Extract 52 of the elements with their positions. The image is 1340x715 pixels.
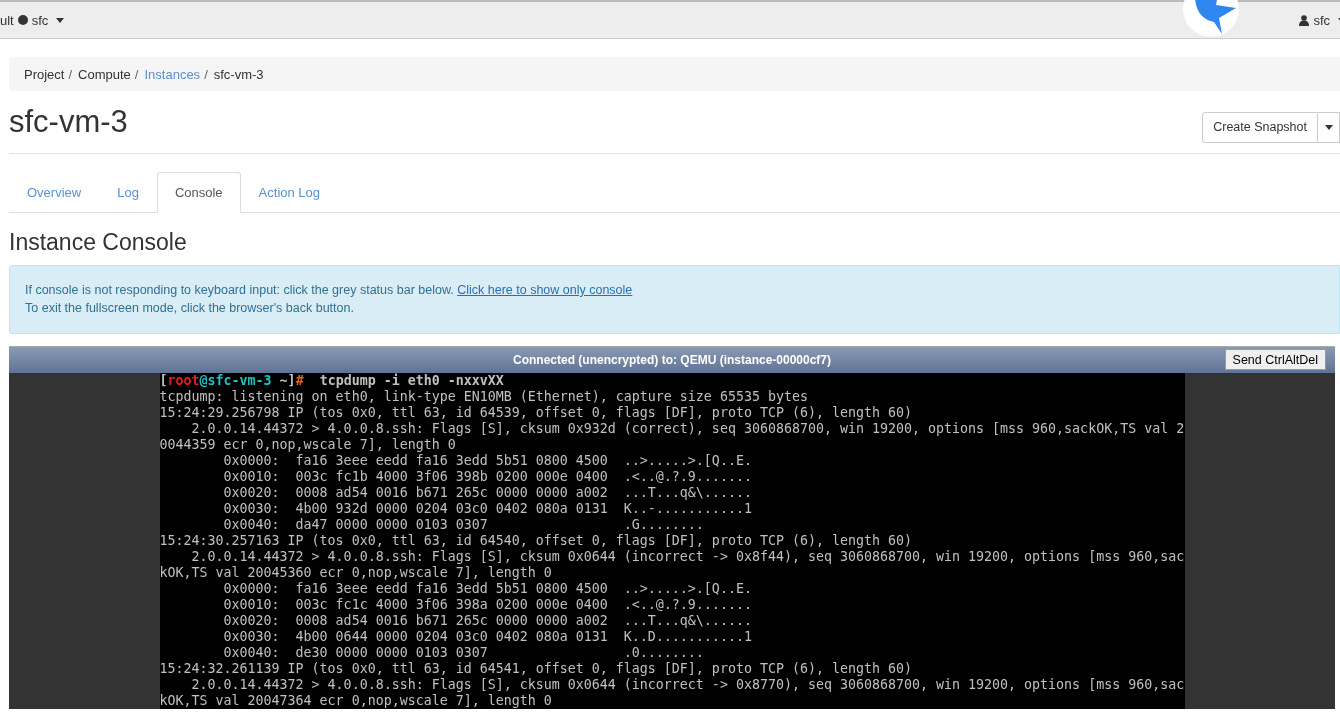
breadcrumb-item: sfc-vm-3 — [213, 66, 264, 82]
terminal-line: 0x0020: 0008 ad54 0016 b671 265c 0000 0000 a002 ...T...q&\...... — [222, 613, 753, 629]
terminal-line: 0044359 ecr 0,nop,wscale 7], length 0 — [159, 437, 457, 453]
dot-icon — [17, 15, 28, 25]
domain-label[interactable]: ult — [0, 12, 14, 28]
terminal-line: 0x0030: 4b00 0644 0000 0204 03c0 0402 080a 0131 K..D...........1 — [222, 629, 753, 645]
terminal-line: 2.0.0.14.44372 > 4.0.0.8.ssh: Flags [S], cksum 0x0644 (incorrect -> 0x8f44), seq 3060868700, win 19200, options [mss 960,sac — [190, 549, 1185, 565]
breadcrumb-separator: / — [68, 66, 73, 82]
prompt-text: @sfc-vm-3 — [199, 373, 272, 388]
create-snapshot-button[interactable]: Create Snapshot — [1202, 111, 1318, 143]
prompt-text: # — [295, 373, 304, 388]
dropdown-button[interactable] — [1318, 111, 1340, 143]
info-text: To exit the fullscreen mode, click the browser's back button. — [25, 300, 355, 317]
terminal-line: kOK,TS val 20045360 ecr 0,nop,wscale 7], length 0 — [159, 565, 553, 581]
bird-logo-icon[interactable] — [1182, 0, 1240, 38]
status-bar[interactable]: Connected (unencrypted) to: QEMU (instance-00000cf7) Send CtrlAltDel — [9, 346, 1335, 373]
page-title: sfc-vm-3 — [9, 104, 128, 140]
prompt-text: root — [167, 373, 200, 388]
info-text: If console is not responding to keyboard input: click the grey status bar below. Click here to show only console — [25, 282, 634, 299]
section-title: Instance Console — [9, 229, 188, 256]
breadcrumb-separator: / — [134, 66, 139, 82]
terminal[interactable] — [159, 373, 1185, 709]
caret-icon — [1324, 124, 1333, 130]
terminal-line: 15:24:30.257163 IP (tos 0x0, ttl 63, id 64540, offset 0, flags [DF], proto TCP (6), length 60) — [159, 533, 913, 549]
user-label[interactable]: sfc — [1313, 12, 1330, 28]
terminal-line: 0x0000: fa16 3eee eedd fa16 3edd 5b51 0800 4500 ..>.....>.[Q..E. — [222, 581, 753, 597]
terminal-line: 2.0.0.14.44372 > 4.0.0.8.ssh: Flags [S], cksum 0x0644 (incorrect -> 0x8770), seq 3060868700, win 19200, options [mss 960,sac — [190, 677, 1185, 693]
user-icon — [1299, 14, 1310, 26]
terminal-line: 0x0040: da47 0000 0000 0103 0307 .G........ — [222, 517, 705, 533]
terminal-line: 15:24:29.256798 IP (tos 0x0, ttl 63, id 64539, offset 0, flags [DF], proto TCP (6), length 60) — [159, 405, 913, 421]
prompt-text: [ — [159, 373, 168, 388]
prompt-text: tcpdump -i eth0 -nxxvXX — [318, 373, 504, 388]
terminal-line: 0x0010: 003c fc1b 4000 3f06 398b 0200 000e 0400 .<..@.?.9....... — [222, 469, 753, 485]
terminal-line: 0x0000: fa16 3eee eedd fa16 3edd 5b51 0800 4500 ..>.....>.[Q..E. — [222, 453, 753, 469]
breadcrumb-item: Project — [24, 66, 65, 82]
prompt-text: ~] — [278, 373, 296, 388]
terminal-line: 0x0010: 003c fc1c 4000 3f06 398a 0200 000e 0400 .<..@.?.9....... — [222, 597, 753, 613]
terminal-line: kOK,TS val 20047364 ecr 0,nop,wscale 7], length 0 — [159, 693, 553, 709]
status-text: Connected (unencrypted) to: QEMU (instance-00000cf7) — [512, 353, 832, 367]
caret-icon — [56, 17, 65, 23]
terminal-line: 2.0.0.14.44372 > 4.0.0.8.ssh: Flags [S], cksum 0x932d (correct), seq 3060868700, win 19200, options [mss 960,sackOK,TS val 2 — [190, 421, 1185, 437]
terminal-line: 15:24:32.261139 IP (tos 0x0, ttl 63, id 64541, offset 0, flags [DF], proto TCP (6), length 60) — [159, 661, 913, 677]
breadcrumb-separator: / — [204, 66, 208, 82]
breadcrumb-item: Compute — [78, 66, 131, 82]
send-ctrlaltdel-button[interactable]: Send CtrlAltDel — [1224, 349, 1326, 370]
terminal-line: tcpdump: listening on eth0, link-type EN10MB (Ethernet), capture size 65535 bytes — [159, 389, 809, 405]
terminal-line: 0x0020: 0008 ad54 0016 b671 265c 0000 0000 a002 ...T...q&\...... — [222, 485, 753, 501]
terminal-line: 0x0040: de30 0000 0000 0103 0307 .0........ — [222, 645, 705, 661]
tab[interactable]: Console — [156, 172, 241, 213]
show-console-link[interactable]: Click here to show only console — [457, 283, 633, 297]
project-label[interactable]: sfc — [31, 12, 49, 28]
terminal-line: 0x0030: 4b00 932d 0000 0204 03c0 0402 080a 0131 K..-...........1 — [222, 501, 753, 517]
